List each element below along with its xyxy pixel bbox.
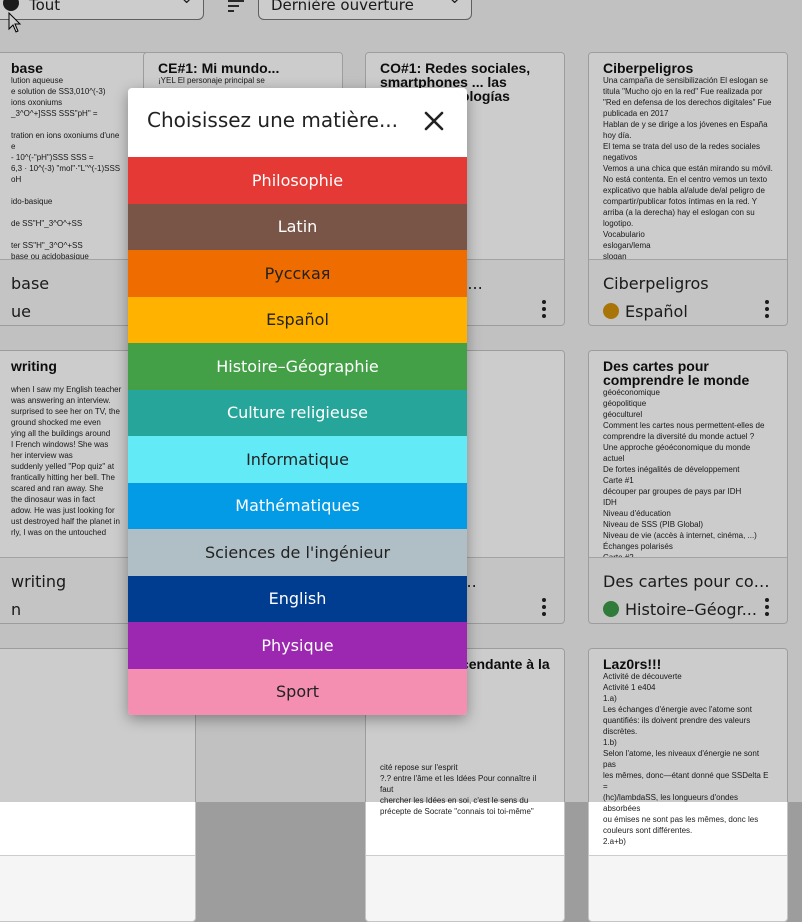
- subject-option[interactable]: Sciences de l'ingénieur: [128, 529, 467, 576]
- subject-list: Philosophie Latin Русская Español Histoire–G…: [128, 157, 467, 715]
- subject-option[interactable]: Mathématiques: [128, 482, 467, 529]
- subject-option[interactable]: Histoire–Géographie: [128, 343, 467, 390]
- subject-option[interactable]: Informatique: [128, 436, 467, 483]
- subject-option[interactable]: Español: [128, 296, 467, 343]
- note-card-footer: [0, 855, 195, 921]
- subject-option[interactable]: Philosophie: [128, 157, 467, 204]
- note-preview-line: précepte de Socrate "connais toi toi-mêm…: [380, 807, 534, 816]
- note-card-footer: [366, 855, 564, 921]
- note-preview-line: 2.a+b): [603, 837, 626, 846]
- note-card-footer: [589, 855, 787, 921]
- subject-option[interactable]: Physique: [128, 622, 467, 669]
- dialog-header: Choisissez une matière...: [128, 88, 467, 157]
- note-preview-line: ou émises ne sont pas les mêmes, donc le…: [603, 815, 759, 824]
- note-preview-line: couleurs sont différentes.: [603, 826, 693, 835]
- subject-option[interactable]: Culture religieuse: [128, 389, 467, 436]
- subject-option[interactable]: Latin: [128, 203, 467, 250]
- app: Tout ⌄ Dernière ouverture ⌄ baselution a…: [0, 0, 802, 922]
- dialog-title: Choisissez une matière...: [147, 108, 399, 132]
- subject-option[interactable]: Sport: [128, 668, 467, 715]
- subject-picker-dialog: Choisissez une matière... Philosophie Lat…: [128, 88, 467, 715]
- close-icon[interactable]: [421, 108, 447, 134]
- subject-option[interactable]: English: [128, 575, 467, 622]
- subject-option[interactable]: Русская: [128, 250, 467, 297]
